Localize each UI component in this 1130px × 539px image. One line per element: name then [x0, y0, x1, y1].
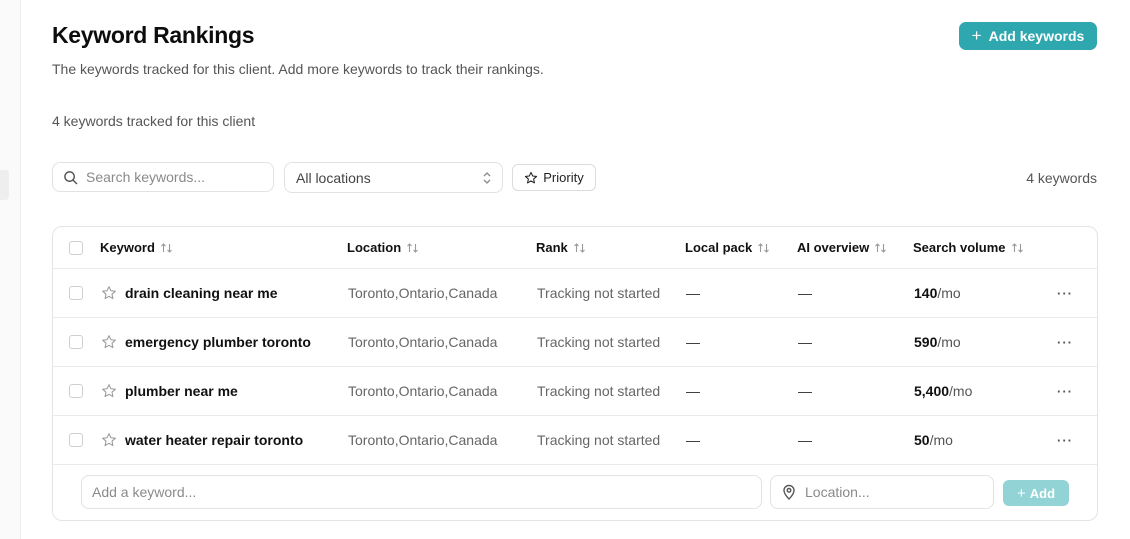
- search-volume-cell: 5,400/mo: [914, 367, 972, 415]
- tracked-keywords-summary: 4 keywords tracked for this client: [52, 113, 256, 129]
- rank-cell: Tracking not started: [537, 285, 661, 301]
- row-checkbox[interactable]: [69, 286, 83, 300]
- local-pack-cell: —: [686, 334, 700, 350]
- location-cell: Toronto,Ontario,Canada: [348, 285, 498, 301]
- volume-unit: /mo: [949, 383, 973, 399]
- location-cell: Toronto,Ontario,Canada: [348, 334, 498, 350]
- ai-overview-cell: —: [798, 383, 812, 399]
- star-outline-icon[interactable]: [101, 269, 117, 317]
- add-button[interactable]: + Add: [1003, 480, 1069, 506]
- select-all-checkbox[interactable]: [69, 240, 83, 255]
- add-keyword-row: + Add: [53, 465, 1097, 520]
- column-header-label: Location: [347, 240, 402, 255]
- add-location-field[interactable]: [770, 475, 994, 509]
- more-horizontal-icon[interactable]: ···: [1057, 367, 1073, 415]
- more-horizontal-icon[interactable]: ···: [1057, 416, 1073, 464]
- search-keywords-box[interactable]: [52, 162, 274, 192]
- sort-arrows-icon: [874, 242, 887, 254]
- volume-unit: /mo: [937, 285, 961, 301]
- plus-icon: +: [971, 26, 982, 45]
- keyword-cell: plumber near me: [125, 383, 238, 399]
- search-icon: [63, 170, 78, 185]
- keyword-result-count: 4 keywords: [1026, 170, 1097, 186]
- rank-cell: Tracking not started: [537, 334, 661, 350]
- page-title: Keyword Rankings: [52, 22, 255, 48]
- star-outline-icon[interactable]: [101, 318, 117, 366]
- ai-overview-cell: —: [798, 285, 812, 301]
- chevron-updown-icon: [482, 171, 492, 185]
- column-header-local-pack[interactable]: Local pack: [685, 227, 770, 268]
- volume-value: 590: [914, 334, 938, 350]
- column-header-search-volume[interactable]: Search volume: [913, 227, 1024, 268]
- priority-filter-button[interactable]: Priority: [512, 164, 596, 191]
- star-outline-icon[interactable]: [101, 416, 117, 464]
- table-row[interactable]: plumber near me Toronto,Ontario,Canada T…: [53, 367, 1097, 416]
- volume-value: 5,400: [914, 383, 950, 399]
- column-header-label: Local pack: [685, 240, 753, 255]
- add-keywords-button[interactable]: + Add keywords: [959, 22, 1097, 50]
- rank-cell: Tracking not started: [537, 383, 661, 399]
- ai-overview-cell: —: [798, 432, 812, 448]
- row-checkbox[interactable]: [69, 335, 83, 349]
- row-checkbox[interactable]: [69, 384, 83, 398]
- map-pin-icon: [782, 484, 796, 500]
- table-row[interactable]: emergency plumber toronto Toronto,Ontari…: [53, 318, 1097, 367]
- column-header-ai-overview[interactable]: AI overview: [797, 227, 887, 268]
- sort-arrows-icon: [1011, 242, 1024, 254]
- more-horizontal-icon[interactable]: ···: [1057, 318, 1073, 366]
- column-header-keyword[interactable]: Keyword: [100, 227, 173, 268]
- left-sidebar-rail: [0, 0, 21, 539]
- more-horizontal-icon[interactable]: ···: [1057, 269, 1073, 317]
- volume-value: 50: [914, 432, 930, 448]
- location-filter-value: All locations: [296, 169, 371, 186]
- sort-arrows-icon: [406, 242, 419, 254]
- add-keyword-input[interactable]: [81, 475, 762, 509]
- column-header-rank[interactable]: Rank: [536, 227, 586, 268]
- keyword-cell: drain cleaning near me: [125, 285, 278, 301]
- column-header-label: Rank: [536, 240, 568, 255]
- star-icon: [524, 171, 538, 185]
- star-outline-icon[interactable]: [101, 367, 117, 415]
- location-filter-select[interactable]: All locations: [284, 162, 503, 193]
- add-button-label: Add: [1029, 485, 1056, 501]
- add-keywords-label: Add keywords: [988, 28, 1085, 44]
- search-volume-cell: 140/mo: [914, 269, 961, 317]
- search-volume-cell: 590/mo: [914, 318, 961, 366]
- page-subtitle: The keywords tracked for this client. Ad…: [52, 61, 544, 77]
- column-header-location[interactable]: Location: [347, 227, 419, 268]
- row-checkbox[interactable]: [69, 433, 83, 447]
- keyword-cell: emergency plumber toronto: [125, 334, 311, 350]
- local-pack-cell: —: [686, 285, 700, 301]
- column-header-label: Search volume: [913, 240, 1006, 255]
- column-header-label: Keyword: [100, 240, 155, 255]
- priority-label: Priority: [543, 170, 584, 185]
- sort-arrows-icon: [757, 242, 770, 254]
- volume-value: 140: [914, 285, 938, 301]
- sort-arrows-icon: [160, 242, 173, 254]
- search-volume-cell: 50/mo: [914, 416, 953, 464]
- volume-unit: /mo: [937, 334, 961, 350]
- local-pack-cell: —: [686, 432, 700, 448]
- select-all-cell: [69, 227, 83, 268]
- table-row[interactable]: drain cleaning near me Toronto,Ontario,C…: [53, 269, 1097, 318]
- location-cell: Toronto,Ontario,Canada: [348, 432, 498, 448]
- volume-unit: /mo: [929, 432, 953, 448]
- keyword-cell: water heater repair toronto: [125, 432, 304, 448]
- keywords-table: Keyword Location Rank Local pack AI over…: [52, 226, 1098, 521]
- plus-icon: +: [1016, 484, 1026, 502]
- ai-overview-cell: —: [798, 334, 812, 350]
- search-keywords-input[interactable]: [86, 169, 256, 185]
- sort-arrows-icon: [573, 242, 586, 254]
- column-header-label: AI overview: [797, 240, 870, 255]
- add-location-input[interactable]: [805, 484, 975, 500]
- sidebar-collapse-handle[interactable]: [0, 170, 9, 200]
- rank-cell: Tracking not started: [537, 432, 661, 448]
- table-header-row: Keyword Location Rank Local pack AI over…: [53, 227, 1097, 269]
- table-row[interactable]: water heater repair toronto Toronto,Onta…: [53, 416, 1097, 465]
- location-cell: Toronto,Ontario,Canada: [348, 383, 498, 399]
- local-pack-cell: —: [686, 383, 700, 399]
